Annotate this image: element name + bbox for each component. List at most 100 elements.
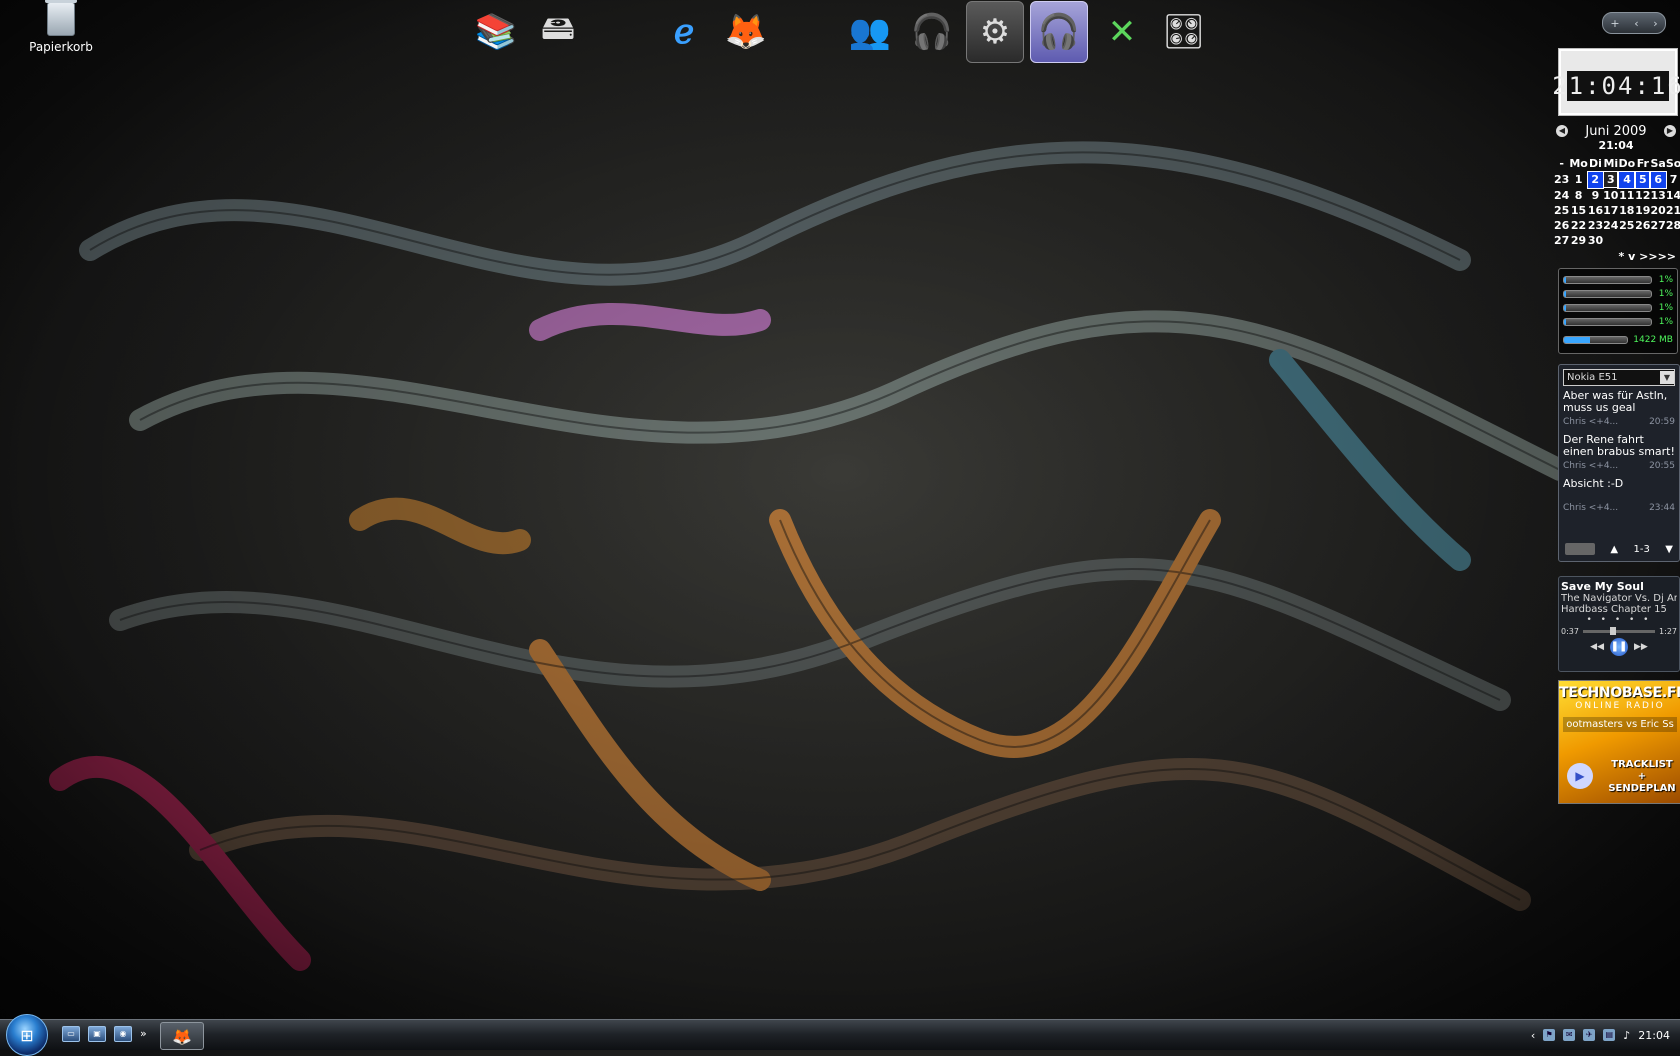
cpu-core-fill [1564, 291, 1566, 297]
xbox-app-icon[interactable]: ✕ [1094, 2, 1150, 62]
sms-time: 23:44 [1649, 503, 1675, 513]
system-tray: ‹ ⚑ ✉ ✈ ▤ ♪ 21:04 [1531, 1020, 1680, 1050]
sms-message[interactable]: Der Rene fahrt einen brabus smart! Chris… [1563, 434, 1675, 472]
track-artist: The Navigator Vs. Dj Amo [1561, 593, 1677, 604]
calendar-day[interactable]: 3 [1602, 171, 1619, 188]
network-icon[interactable]: ▤ [1603, 1029, 1616, 1041]
firefox-app-icon[interactable]: 🦊 [718, 2, 774, 62]
memory-value: 1422 MB [1633, 335, 1673, 345]
seek-bar[interactable] [1582, 627, 1656, 635]
recycle-bin-icon[interactable]: Papierkorb [26, 0, 96, 54]
messenger-app-icon[interactable]: 👥 [842, 2, 898, 62]
track-rating[interactable]: • • • • • [1559, 615, 1679, 625]
previous-track-icon[interactable]: ◀◀ [1590, 642, 1604, 652]
calendar-day[interactable]: 17 [1603, 203, 1618, 218]
media-player-icon[interactable]: ◉ [114, 1026, 132, 1042]
sms-sender: Chris <+4... [1563, 503, 1619, 513]
calendar-day[interactable]: 12 [1635, 188, 1650, 204]
trash-can-icon [45, 0, 77, 36]
calendar-day[interactable]: 11 [1618, 188, 1635, 204]
sms-gadget: Nokia E51 ▼ Aber was für Astln, muss us … [1558, 364, 1680, 562]
calendar-day[interactable]: 18 [1618, 203, 1635, 218]
switch-windows-icon[interactable]: ▣ [88, 1026, 106, 1042]
calendar-day[interactable]: 29 [1569, 233, 1588, 248]
calendar-day [1603, 233, 1618, 248]
weekday-label: Do [1618, 157, 1636, 171]
headphones-app-icon[interactable]: 🎧 [1030, 1, 1088, 63]
track-title: Save My Soul [1561, 580, 1644, 593]
calendar-day[interactable]: 28 [1666, 218, 1680, 233]
pause-icon[interactable]: ❚❚ [1610, 638, 1628, 656]
firefox-task-button[interactable]: 🦊 [160, 1022, 204, 1050]
seek-handle[interactable] [1610, 627, 1617, 635]
clock-time: 21:04:16 [1552, 71, 1680, 101]
calendar-day[interactable]: 10 [1603, 188, 1618, 204]
cpu-core-row: 1% [1563, 317, 1673, 327]
sms-sender: Chris <+4... [1563, 461, 1619, 471]
calendar-day[interactable]: 7 [1666, 172, 1680, 188]
calendar-prev-icon[interactable]: ◀ [1556, 125, 1568, 137]
calendar-day[interactable]: 8 [1569, 188, 1588, 204]
quick-launch-more-icon[interactable]: » [140, 1027, 147, 1041]
volume-icon[interactable]: ♪ [1623, 1029, 1630, 1042]
calendar-day[interactable]: 26 [1635, 218, 1650, 233]
calendar-day[interactable]: 25 [1618, 218, 1635, 233]
cpu-core-fill [1564, 305, 1566, 311]
cpu-core-value: 1% [1658, 289, 1673, 299]
calendar-day[interactable]: 14 [1666, 188, 1680, 204]
device-select[interactable]: Nokia E51 ▼ [1563, 369, 1675, 386]
tray-mail-icon[interactable]: ✉ [1563, 1029, 1576, 1041]
next-track-icon[interactable]: ▶▶ [1634, 642, 1648, 652]
dinipod-app-icon[interactable]: 🎛 [1156, 2, 1212, 62]
tray-clock[interactable]: 21:04 [1638, 1029, 1670, 1042]
calendar-day[interactable]: 2 [1586, 170, 1605, 189]
calendar-day[interactable]: 20 [1650, 203, 1665, 218]
calendar-day[interactable]: 19 [1635, 203, 1650, 218]
device-name: Nokia E51 [1567, 372, 1618, 383]
prev-gadget-page-button[interactable]: ‹ [1634, 17, 1638, 30]
calendar-day[interactable]: 15 [1569, 203, 1588, 218]
weekday-label: Fr [1636, 157, 1649, 171]
calendar-day[interactable]: 16 [1588, 203, 1603, 218]
windows-logo-icon: ⊞ [20, 1025, 34, 1045]
page-down-icon[interactable]: ▼ [1665, 544, 1673, 555]
calendar-day[interactable]: 22 [1569, 218, 1588, 233]
calendar-day[interactable]: 4 [1617, 170, 1637, 189]
sms-message[interactable]: Aber was für Astln, muss us geal Chris <… [1563, 390, 1675, 428]
tracklist-button[interactable]: TRACKLIST + SENDEPLAN [1607, 759, 1677, 795]
calendar-day[interactable]: 1 [1569, 172, 1588, 188]
add-gadget-button[interactable]: + [1610, 17, 1619, 30]
internet-explorer-app-icon[interactable]: ℯ [656, 2, 712, 62]
calendar-day[interactable]: 6 [1649, 170, 1667, 189]
tray-flag-icon[interactable]: ⚑ [1543, 1029, 1556, 1041]
library-app-icon[interactable]: 📚 [468, 2, 524, 62]
calendar-day[interactable]: 5 [1634, 170, 1652, 189]
page-up-icon[interactable]: ▲ [1610, 544, 1618, 555]
calendar-day[interactable]: 24 [1603, 218, 1618, 233]
show-desktop-icon[interactable]: ▭ [62, 1026, 80, 1042]
steam-app-icon[interactable]: ⚙ [966, 1, 1024, 63]
sms-time: 20:55 [1649, 461, 1675, 471]
week-number: 24 [1554, 188, 1570, 202]
calendar-day[interactable]: 23 [1588, 218, 1603, 233]
calendar-day [1618, 233, 1635, 248]
sms-message[interactable]: Absicht :-D Chris <+4... 23:44 [1563, 478, 1675, 514]
show-hidden-icons-icon[interactable]: ‹ [1531, 1029, 1535, 1042]
cpu-core-value: 1% [1658, 275, 1673, 285]
calendar-next-icon[interactable]: ▶ [1664, 125, 1676, 137]
calendar-day[interactable]: 30 [1588, 233, 1603, 248]
weekday-label: - [1559, 157, 1564, 171]
calendar-day[interactable]: 13 [1650, 188, 1665, 204]
play-icon[interactable]: ▶ [1567, 763, 1593, 789]
calendar-day[interactable]: 27 [1650, 218, 1665, 233]
drive-app-icon[interactable]: 🖴 [530, 2, 586, 62]
headset-app-icon[interactable]: 🎧 [904, 2, 960, 62]
calendar-day[interactable]: 9 [1588, 188, 1603, 204]
tray-app-icon[interactable]: ✈ [1583, 1029, 1596, 1041]
cpu-core-row: 1% [1563, 289, 1673, 299]
calendar-footer-links[interactable]: * v >>>> [1554, 250, 1678, 263]
compose-icon[interactable] [1565, 543, 1595, 555]
calendar-day[interactable]: 21 [1666, 203, 1680, 218]
calendar-header: ◀ Juni 2009 ▶ [1554, 124, 1678, 139]
next-gadget-page-button[interactable]: › [1653, 17, 1657, 30]
